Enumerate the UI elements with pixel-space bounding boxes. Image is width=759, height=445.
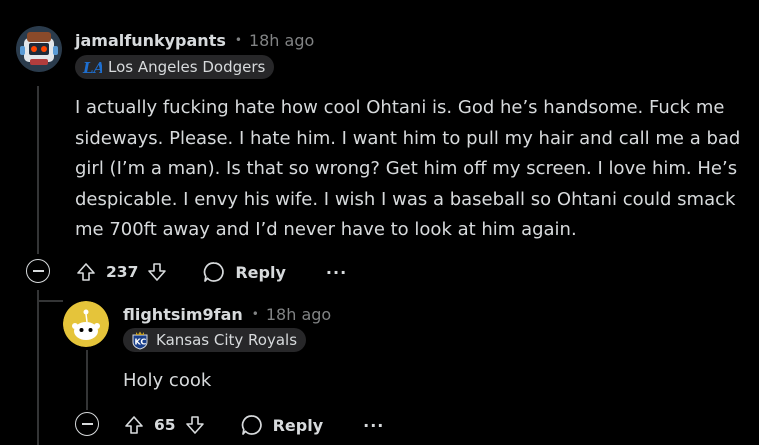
reply-button[interactable]: Reply bbox=[202, 260, 286, 284]
dodgers-logo-icon: LA bbox=[82, 57, 102, 77]
vote-score: 65 bbox=[154, 416, 176, 434]
collapse-reply-button[interactable] bbox=[75, 412, 99, 436]
downvote-icon[interactable] bbox=[184, 414, 206, 436]
avatar[interactable] bbox=[16, 26, 62, 72]
reply-body: Holy cook bbox=[123, 370, 212, 391]
minus-icon bbox=[32, 270, 44, 272]
reply-user-flair: KC Kansas City Royals bbox=[123, 328, 307, 352]
flair-text: Los Angeles Dodgers bbox=[108, 58, 266, 76]
svg-text:KC: KC bbox=[135, 338, 147, 347]
thread-line-parent-lower[interactable] bbox=[37, 290, 39, 445]
reply-actions: 65 Reply ··· bbox=[123, 410, 384, 440]
more-options-button[interactable]: ··· bbox=[363, 416, 384, 435]
snoo-default-avatar-icon bbox=[63, 301, 109, 347]
reply-header: flightsim9fan • 18h ago bbox=[123, 303, 331, 325]
user-flair: LA Los Angeles Dodgers bbox=[75, 55, 275, 79]
comment-body: I actually fucking hate how cool Ohtani … bbox=[75, 97, 741, 240]
reply-avatar[interactable] bbox=[63, 301, 109, 347]
thread-line-parent[interactable] bbox=[37, 86, 39, 254]
reply-username[interactable]: flightsim9fan bbox=[123, 305, 243, 324]
username[interactable]: jamalfunkypants bbox=[75, 31, 226, 50]
comment-actions: 237 Reply ··· bbox=[75, 257, 347, 287]
royals-logo-icon: KC bbox=[130, 330, 150, 350]
separator-dot: • bbox=[234, 33, 242, 47]
thread-line-reply[interactable] bbox=[86, 350, 88, 410]
upvote-icon[interactable] bbox=[75, 261, 97, 283]
svg-text:LA: LA bbox=[82, 59, 102, 77]
separator-dot: • bbox=[251, 307, 259, 321]
downvote-icon[interactable] bbox=[146, 261, 168, 283]
reply-button[interactable]: Reply bbox=[240, 413, 324, 437]
collapse-thread-button[interactable] bbox=[26, 259, 50, 283]
comment-bubble-icon bbox=[204, 262, 225, 282]
thread-line-branch bbox=[37, 300, 63, 302]
comment-header: jamalfunkypants • 18h ago bbox=[75, 29, 314, 51]
more-options-button[interactable]: ··· bbox=[326, 263, 347, 282]
vote-score: 237 bbox=[106, 263, 139, 281]
minus-icon bbox=[81, 423, 93, 425]
upvote-icon[interactable] bbox=[123, 414, 145, 436]
snoo-robot-avatar-icon bbox=[16, 26, 62, 72]
reply-label: Reply bbox=[272, 415, 324, 435]
flair-text: Kansas City Royals bbox=[156, 331, 298, 349]
timestamp[interactable]: 18h ago bbox=[249, 31, 314, 50]
reply-timestamp[interactable]: 18h ago bbox=[266, 305, 331, 324]
reply-label: Reply bbox=[235, 262, 286, 282]
comment-bubble-icon bbox=[241, 415, 262, 435]
